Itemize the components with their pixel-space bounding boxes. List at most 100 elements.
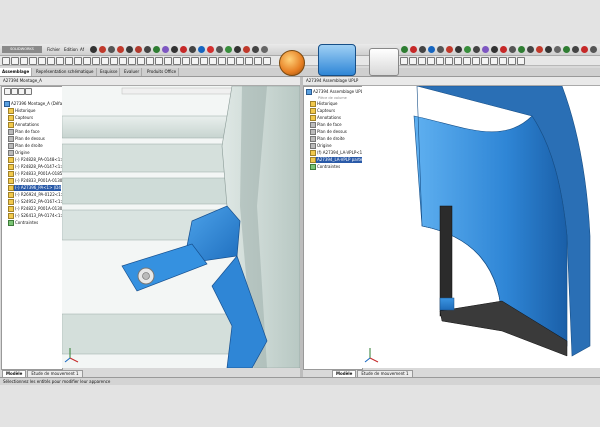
pattern-icon[interactable] xyxy=(20,57,28,65)
move-component-icon[interactable] xyxy=(29,57,37,65)
heads-up-toolbar[interactable] xyxy=(121,87,233,95)
feature-manager-icon[interactable] xyxy=(4,88,11,95)
tool-icon[interactable] xyxy=(236,57,244,65)
tool-icon[interactable] xyxy=(418,57,426,65)
tab-representation-schematique[interactable]: Représentation schématique xyxy=(34,68,97,76)
tool-icon[interactable] xyxy=(198,46,205,53)
redo-icon[interactable] xyxy=(135,46,142,53)
mate-icon[interactable] xyxy=(11,57,19,65)
exploded-view-icon[interactable] xyxy=(83,57,91,65)
interference-icon[interactable] xyxy=(101,57,109,65)
tool-icon[interactable] xyxy=(410,46,417,53)
tree-item-part[interactable]: (-) P24828_PA-0147<1> xyxy=(8,164,64,170)
tab-assemblage[interactable]: Assemblage xyxy=(0,68,33,76)
tool-icon[interactable] xyxy=(261,46,268,53)
tree-item-part[interactable]: (-) P24833_P001A-0130 xyxy=(8,178,62,184)
tree-item-root[interactable]: A27396 Montage_A (Défau xyxy=(4,101,65,107)
tool-icon[interactable] xyxy=(563,46,570,53)
tool-icon[interactable] xyxy=(419,46,426,53)
tree-item-part[interactable]: (-) S26413_PA-0174<1> xyxy=(8,213,64,219)
tool-icon[interactable] xyxy=(216,46,223,53)
tool-icon[interactable] xyxy=(218,57,226,65)
print-icon[interactable] xyxy=(117,46,124,53)
assembly-features-icon[interactable] xyxy=(47,57,55,65)
tool-icon[interactable] xyxy=(499,57,507,65)
tool-icon[interactable] xyxy=(490,57,498,65)
tool-icon[interactable] xyxy=(182,57,190,65)
menu-affichage[interactable]: Af xyxy=(80,47,84,52)
tool-icon[interactable] xyxy=(263,57,271,65)
undo-icon[interactable] xyxy=(126,46,133,53)
tab-evaluer[interactable]: Evaluer xyxy=(122,68,143,76)
tool-icon[interactable] xyxy=(437,46,444,53)
configuration-manager-icon[interactable] xyxy=(18,88,25,95)
new-motion-study-icon[interactable] xyxy=(65,57,73,65)
tool-icon[interactable] xyxy=(509,46,516,53)
options-icon[interactable] xyxy=(162,46,169,53)
right-3d-viewport[interactable] xyxy=(362,86,600,368)
tree-item-contraintes[interactable]: Contraintes xyxy=(310,164,340,170)
tool-icon[interactable] xyxy=(252,46,259,53)
menu-edition[interactable]: Edition xyxy=(64,47,78,52)
tool-icon[interactable] xyxy=(401,46,408,53)
tool-icon[interactable] xyxy=(517,57,525,65)
tool-icon[interactable] xyxy=(137,57,145,65)
tab-esquisse[interactable]: Esquisse xyxy=(98,68,121,76)
tree-item-historique[interactable]: Historique xyxy=(8,108,36,114)
tool-icon[interactable] xyxy=(491,46,498,53)
tree-item-part-selected[interactable]: A27394_LA-VPLP parte s xyxy=(310,157,366,163)
tool-icon[interactable] xyxy=(254,57,262,65)
tool-icon[interactable] xyxy=(473,46,480,53)
photo-camera-icon[interactable] xyxy=(318,44,356,76)
property-manager-icon[interactable] xyxy=(11,88,18,95)
tool-icon[interactable] xyxy=(463,57,471,65)
insert-component-icon[interactable] xyxy=(2,57,10,65)
tree-item-part[interactable]: (-) P24828_PA-0148<1> xyxy=(8,157,64,163)
tool-icon[interactable] xyxy=(243,46,250,53)
tool-icon[interactable] xyxy=(234,46,241,53)
tool-icon[interactable] xyxy=(427,57,435,65)
save-icon[interactable] xyxy=(108,46,115,53)
reference-geometry-icon[interactable] xyxy=(56,57,64,65)
tree-item-plan-face[interactable]: Plan de face xyxy=(8,129,40,135)
tree-item-plan-dessus[interactable]: Plan de dessus xyxy=(8,136,45,142)
tree-item-part[interactable]: (f) A27394_LA-VPLP<1> xyxy=(310,150,365,156)
new-icon[interactable] xyxy=(90,46,97,53)
tab-etude-mouvement[interactable]: Etude de mouvement 1 xyxy=(357,370,413,377)
tree-item-annotations[interactable]: Annotations xyxy=(310,115,341,121)
tree-item-origine[interactable]: Origine xyxy=(310,143,332,149)
tool-icon[interactable] xyxy=(445,57,453,65)
tree-item-contraintes[interactable]: Contraintes xyxy=(8,220,38,226)
tool-icon[interactable] xyxy=(455,46,462,53)
tree-item-part[interactable]: (-) R26924_PA-0122<1> xyxy=(8,192,64,198)
tool-icon[interactable] xyxy=(400,57,408,65)
rebuild-icon[interactable] xyxy=(153,46,160,53)
tree-item-plan-dessus[interactable]: Plan de dessus xyxy=(310,129,347,135)
tree-item-part[interactable]: (-) P24833_P001A-0185 xyxy=(8,171,62,177)
tool-icon[interactable] xyxy=(189,46,196,53)
tool-icon[interactable] xyxy=(581,46,588,53)
left-3d-viewport[interactable] xyxy=(62,86,300,368)
tool-icon[interactable] xyxy=(446,46,453,53)
tree-item-part-selected[interactable]: (-) A27396_PA<1> (D4 xyxy=(8,185,61,191)
tab-modele[interactable]: Modèle xyxy=(2,370,27,377)
tree-item-capteurs[interactable]: Capteurs xyxy=(310,108,335,114)
tree-item-origine[interactable]: Origine xyxy=(8,150,30,156)
tool-icon[interactable] xyxy=(245,57,253,65)
select-icon[interactable] xyxy=(144,46,151,53)
tool-icon[interactable] xyxy=(119,57,127,65)
tree-item-plan-face[interactable]: Plan de face xyxy=(310,122,342,128)
tree-item-capteurs[interactable]: Capteurs xyxy=(8,115,33,121)
tool-icon[interactable] xyxy=(436,57,444,65)
tool-icon[interactable] xyxy=(536,46,543,53)
tree-item-part[interactable]: (-) S24952_PA-0167<1> xyxy=(8,199,64,205)
tree-item-part[interactable]: (-) P24823_P001A-0130 xyxy=(8,206,62,212)
tab-modele[interactable]: Modèle xyxy=(332,370,357,377)
tree-item-plan-droite[interactable]: Plan de droite xyxy=(310,136,345,142)
bill-of-materials-icon[interactable] xyxy=(74,57,82,65)
display-manager-icon[interactable] xyxy=(25,88,32,95)
tool-icon[interactable] xyxy=(207,46,214,53)
tool-icon[interactable] xyxy=(590,46,597,53)
document-icon[interactable] xyxy=(369,48,399,76)
tool-icon[interactable] xyxy=(527,46,534,53)
